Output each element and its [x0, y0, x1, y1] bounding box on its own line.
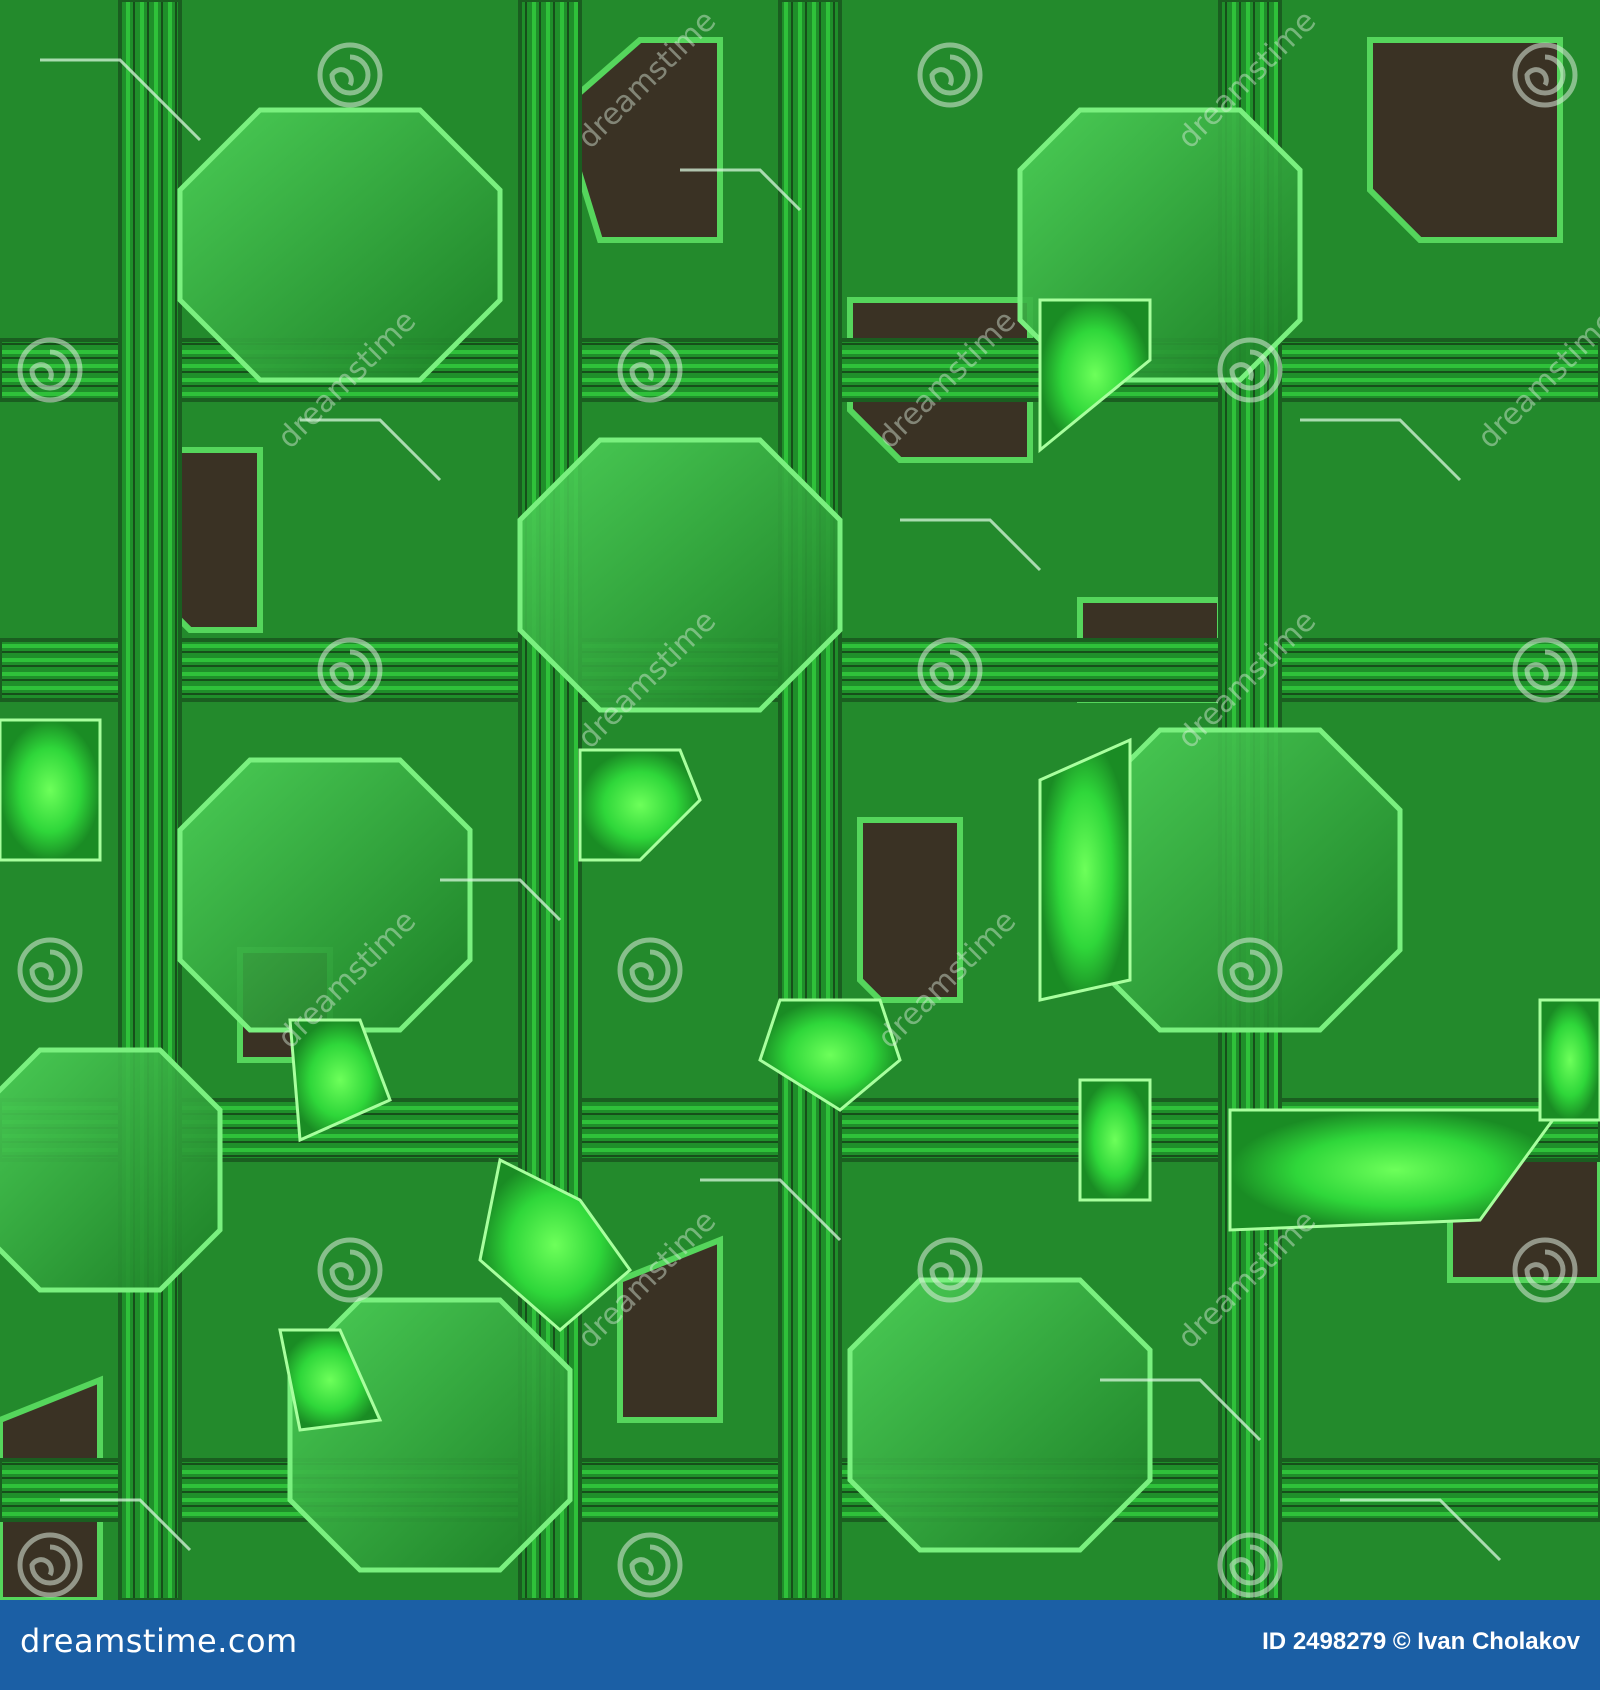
copyright-symbol: © — [1392, 1628, 1411, 1655]
image-stage: dreamstime dreamstime dreamstime dreamst… — [0, 0, 1600, 1690]
stock-footer-bar: dreamstime.com ID 2498279 © Ivan Cholako… — [0, 1600, 1600, 1690]
id-label: ID — [1262, 1628, 1287, 1655]
brand-logo-text[interactable]: dreamstime.com — [20, 1622, 298, 1660]
author-name: Ivan Cholakov — [1417, 1628, 1580, 1655]
id-value: 2498279 — [1292, 1628, 1387, 1655]
circuit-board-artwork: dreamstime dreamstime dreamstime dreamst… — [0, 0, 1600, 1600]
image-credit: ID 2498279 © Ivan Cholakov — [1262, 1628, 1580, 1656]
